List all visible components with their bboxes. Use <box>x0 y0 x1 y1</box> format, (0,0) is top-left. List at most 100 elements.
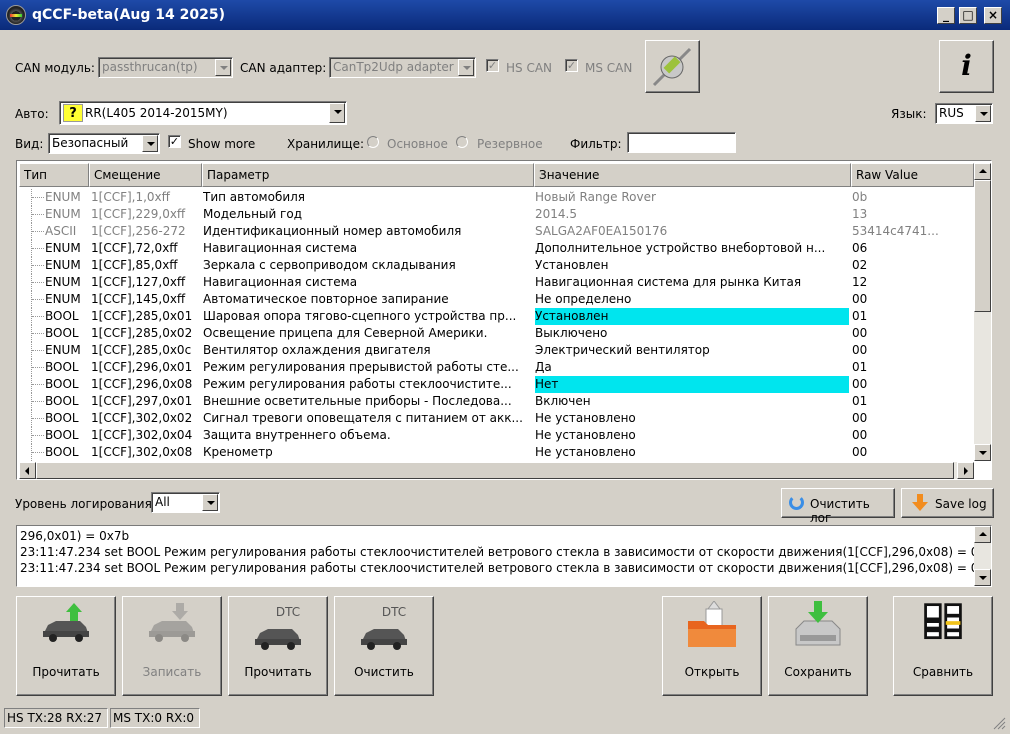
chevron-down-icon <box>142 135 158 152</box>
close-button[interactable]: × <box>984 7 1002 24</box>
open-button[interactable]: Открыть <box>662 596 762 696</box>
can-adapter-select[interactable]: CanTp2Udp adapter <box>329 57 476 78</box>
scroll-right-button[interactable] <box>957 462 974 479</box>
scroll-thumb-horizontal[interactable] <box>36 462 954 479</box>
cell-value[interactable]: Навигационная система для рынка Китая <box>535 274 849 291</box>
table-horizontal-scrollbar[interactable] <box>19 462 974 479</box>
log-lines: 296,0x01) = 0x7b 23:11:47.234 set BOOL Ре… <box>17 526 991 576</box>
info-button[interactable]: i <box>939 40 994 93</box>
cell-type: ENUM <box>45 190 81 204</box>
cell-value[interactable]: Электрический вентилятор <box>535 342 849 359</box>
cell-offset: 1[CCF],256-272 <box>91 224 186 238</box>
cell-value[interactable]: Не определено <box>535 291 849 308</box>
storage-main-radio[interactable] <box>367 136 379 148</box>
cell-value[interactable]: SALGA2AF0EA150176 <box>535 223 849 240</box>
cell-type: BOOL <box>45 360 79 374</box>
table-row[interactable]: BOOL 1[CCF],296,0x01 Режим регулирования п… <box>19 359 974 376</box>
tree-line <box>31 325 45 342</box>
column-parameter[interactable]: Параметр <box>202 163 534 187</box>
save-button[interactable]: Сохранить <box>768 596 868 696</box>
table-row[interactable]: ASCII 1[CCF],256-272 Идентификационный ном… <box>19 223 974 240</box>
table-row[interactable]: BOOL 1[CCF],296,0x08 Режим регулирования р… <box>19 376 974 393</box>
cell-value[interactable]: Не установлено <box>535 427 849 444</box>
cell-value[interactable]: 2014.5 <box>535 206 849 223</box>
cell-parameter: Режим регулирования прерывистой работы с… <box>203 360 519 374</box>
table-row[interactable]: BOOL 1[CCF],285,0x02 Освещение прицепа для… <box>19 325 974 342</box>
cell-parameter: Режим регулирования работы стеклоочистит… <box>203 377 512 391</box>
view-select[interactable]: Безопасный <box>48 133 160 154</box>
table-row[interactable]: BOOL 1[CCF],285,0x01 Шаровая опора тягово-… <box>19 308 974 325</box>
dtc-read-button[interactable]: DTC Прочитать <box>228 596 328 696</box>
cell-value[interactable]: Включен <box>535 393 849 410</box>
tree-line <box>31 444 45 461</box>
column-type[interactable]: Тип <box>19 163 89 187</box>
table-row[interactable]: ENUM 1[CCF],1,0xff Тип автомобиля Новый Ran… <box>19 189 974 206</box>
compare-button[interactable]: Сравнить <box>893 596 993 696</box>
cell-type: BOOL <box>45 428 79 442</box>
table-row[interactable]: BOOL 1[CCF],302,0x04 Защита внутреннего об… <box>19 427 974 444</box>
cell-type: ENUM <box>45 207 81 221</box>
column-raw-value[interactable]: Raw Value <box>851 163 974 187</box>
scroll-down-button[interactable] <box>974 569 991 586</box>
table-row[interactable]: ENUM 1[CCF],85,0xff Зеркала с сервоприводо… <box>19 257 974 274</box>
log-level-select[interactable]: All <box>151 492 220 513</box>
log-level-value: All <box>155 495 170 509</box>
cell-offset: 1[CCF],285,0x02 <box>91 326 193 340</box>
cell-value[interactable]: Дополнительное устройство внебортовой н.… <box>535 240 849 257</box>
hs-can-checkbox[interactable]: ✓ <box>486 59 499 72</box>
cell-value[interactable]: Новый Range Rover <box>535 189 849 206</box>
cell-value[interactable]: Не установлено <box>535 444 849 461</box>
write-button[interactable]: Записать <box>122 596 222 696</box>
ms-can-checkbox[interactable]: ✓ <box>565 59 578 72</box>
car-read-icon <box>43 603 89 642</box>
cell-value[interactable]: Установлен <box>535 308 849 325</box>
cell-value[interactable]: Установлен <box>535 257 849 274</box>
scroll-thumb[interactable] <box>974 180 991 312</box>
cell-value[interactable]: Нет <box>535 376 849 393</box>
clear-log-button[interactable]: Очистить лог <box>781 488 895 525</box>
can-module-select[interactable]: passthrucan(tp) <box>98 57 233 78</box>
table-row[interactable]: BOOL 1[CCF],302,0x02 Сигнал тревоги оповещ… <box>19 410 974 427</box>
scroll-left-button[interactable] <box>19 462 36 479</box>
table-row[interactable]: BOOL 1[CCF],302,0x08 Кренометр Не установле… <box>19 444 974 461</box>
table-row[interactable]: ENUM 1[CCF],285,0x0c Вентилятор охлаждения… <box>19 342 974 359</box>
window-title: qCCF-beta(Aug 14 2025) <box>32 7 225 23</box>
scroll-down-button[interactable] <box>974 444 991 461</box>
dtc-clear-button[interactable]: DTC Очистить <box>334 596 434 696</box>
auto-select[interactable]: ? RR(L405 2014-2015MY) <box>59 101 347 125</box>
cell-parameter: Навигационная система <box>203 275 358 289</box>
column-value[interactable]: Значение <box>534 163 851 187</box>
cell-parameter: Тип автомобиля <box>203 190 306 204</box>
show-more-label: Show more <box>188 137 256 151</box>
save-log-button[interactable]: Save log <box>901 488 994 518</box>
scroll-up-button[interactable] <box>974 526 991 543</box>
cell-type: BOOL <box>45 411 79 425</box>
cell-value[interactable]: Выключено <box>535 325 849 342</box>
scroll-up-button[interactable] <box>974 163 991 180</box>
read-button[interactable]: Прочитать <box>16 596 116 696</box>
cell-raw-value: 02 <box>852 258 868 272</box>
show-more-checkbox[interactable]: ✓ <box>168 135 181 148</box>
storage-reserve-radio[interactable] <box>456 136 468 148</box>
table-row[interactable]: ENUM 1[CCF],72,0xff Навигационная система Д… <box>19 240 974 257</box>
maximize-button[interactable]: □ <box>959 7 977 24</box>
connect-button[interactable] <box>645 40 700 93</box>
language-select[interactable]: RUS <box>935 103 993 124</box>
table-row[interactable]: ENUM 1[CCF],127,0xff Навигационная система… <box>19 274 974 291</box>
column-offset[interactable]: Смещение <box>89 163 202 187</box>
cell-value[interactable]: Да <box>535 359 849 376</box>
log-vertical-scrollbar[interactable] <box>974 526 991 586</box>
cell-offset: 1[CCF],285,0x0c <box>91 343 192 357</box>
tree-line <box>31 189 45 206</box>
minimize-button[interactable]: _ <box>937 7 955 24</box>
filter-input[interactable] <box>627 132 736 153</box>
cell-type: BOOL <box>45 445 79 459</box>
resize-grip-icon[interactable] <box>992 716 1006 730</box>
table-row[interactable]: ENUM 1[CCF],229,0xff Модельный год 2014.5 13 <box>19 206 974 223</box>
table-row[interactable]: BOOL 1[CCF],297,0x01 Внешние осветительные… <box>19 393 974 410</box>
cell-parameter: Зеркала с сервоприводом складывания <box>203 258 456 272</box>
log-panel[interactable]: 296,0x01) = 0x7b 23:11:47.234 set BOOL Ре… <box>16 525 992 587</box>
table-row[interactable]: ENUM 1[CCF],145,0xff Автоматическое повтор… <box>19 291 974 308</box>
table-vertical-scrollbar[interactable] <box>974 163 991 461</box>
cell-value[interactable]: Не установлено <box>535 410 849 427</box>
